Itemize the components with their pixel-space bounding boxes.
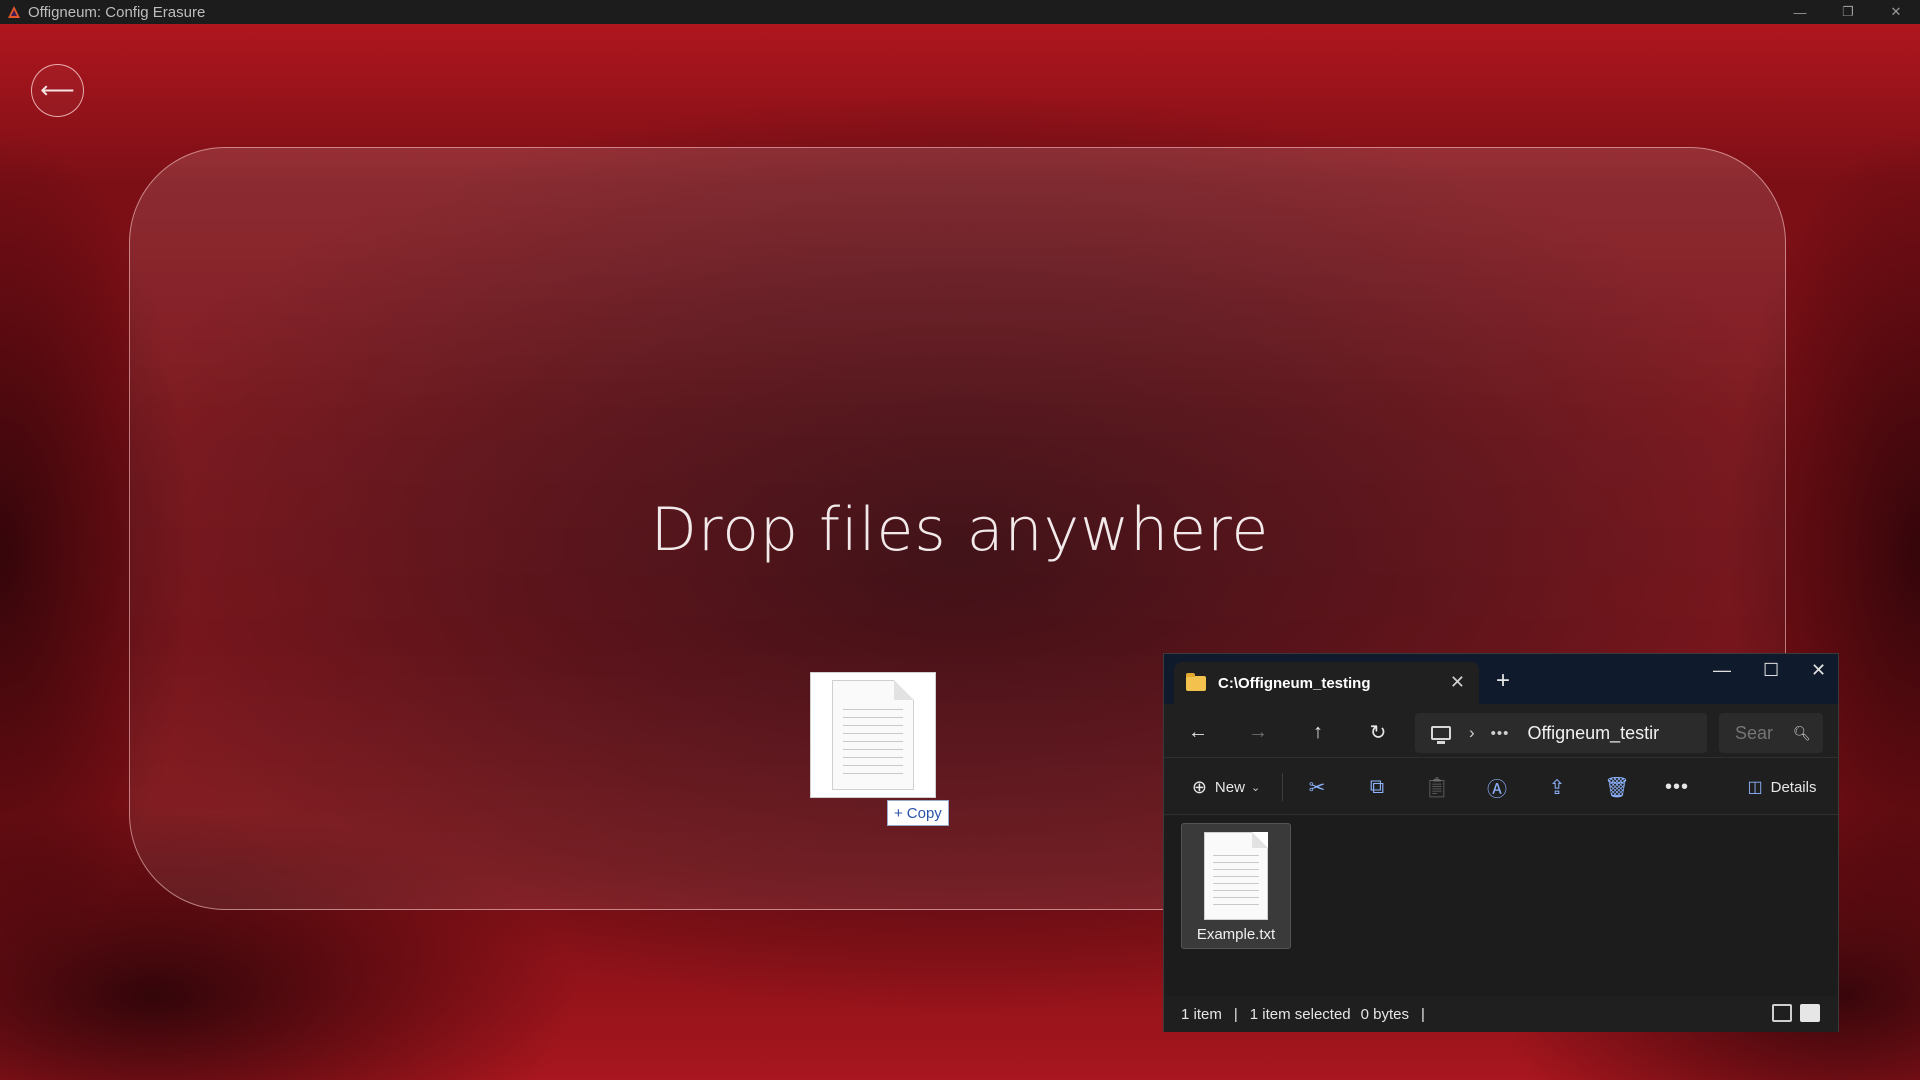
details-view-icon[interactable] (1772, 1004, 1792, 1022)
selection-status: 1 item selected (1249, 1005, 1351, 1023)
share-button[interactable]: ⇪ (1537, 759, 1577, 815)
search-input[interactable] (1735, 722, 1785, 744)
paste-button[interactable]: 📋︎ (1417, 759, 1457, 815)
details-pane-button[interactable]: ◫ Details (1732, 759, 1832, 815)
rename-button[interactable]: Ⓐ (1477, 759, 1517, 815)
rename-icon: Ⓐ (1487, 778, 1507, 801)
drop-prompt: Drop files anywhere (650, 495, 1270, 565)
text-document-icon (1204, 832, 1268, 920)
copy-badge-label: Copy (906, 804, 942, 822)
share-icon: ⇪ (1548, 776, 1566, 799)
large-icons-view-icon[interactable] (1800, 1004, 1820, 1022)
selection-size: 0 bytes (1360, 1005, 1410, 1023)
nav-forward-icon[interactable]: → (1244, 718, 1272, 746)
more-options-button[interactable]: ••• (1657, 759, 1697, 815)
restore-icon[interactable]: ❐ (1824, 0, 1872, 24)
view-toggle (1772, 1004, 1820, 1022)
window-controls: — ❐ ✕ (1776, 0, 1920, 24)
more-icon: ••• (1664, 775, 1689, 798)
details-label: Details (1770, 778, 1817, 796)
nav-back-icon[interactable]: ← (1184, 718, 1212, 746)
text-document-icon (832, 680, 914, 790)
window-title: Offigneum: Config Erasure (28, 3, 206, 21)
explorer-nav-bar: ← → ↑ ↻ › ••• Offigneum_testir 🔍︎ (1164, 704, 1838, 758)
tab-title: C:\Offigneum_testing (1218, 674, 1371, 692)
clipboard-icon: 📋︎ (1424, 776, 1450, 799)
new-button[interactable]: ⊕ New ⌄ (1184, 759, 1268, 815)
explorer-tab-bar: C:\Offigneum_testing ✕ + — ☐ ✕ (1164, 654, 1838, 704)
item-count: 1 item (1181, 1005, 1222, 1023)
separator (1282, 773, 1283, 801)
more-path-icon[interactable]: ••• (1491, 725, 1510, 742)
file-list: Example.txt (1164, 816, 1838, 996)
explorer-command-bar: ⊕ New ⌄ ✂ ⧉ 📋︎ Ⓐ ⇪ 🗑︎ ••• ◫ Details (1164, 759, 1838, 815)
explorer-close-icon[interactable]: ✕ (1811, 660, 1826, 681)
chevron-right-icon[interactable]: › (1469, 723, 1475, 743)
trash-icon: 🗑︎ (1604, 776, 1630, 799)
status-divider: | (1233, 1005, 1238, 1023)
copy-icon: ⧉ (1369, 775, 1385, 798)
status-bar: 1 item | 1 item selected 0 bytes | (1164, 996, 1838, 1032)
folder-icon (1186, 672, 1206, 691)
back-arrow-icon: ⟵ (40, 77, 75, 104)
this-pc-icon (1431, 726, 1451, 744)
address-bar[interactable]: › ••• Offigneum_testir (1415, 713, 1707, 753)
drag-preview (810, 672, 936, 798)
file-explorer-window: C:\Offigneum_testing ✕ + — ☐ ✕ ← → ↑ ↻ ›… (1163, 653, 1839, 1032)
details-pane-icon: ◫ (1747, 779, 1763, 796)
app-logo-icon (6, 4, 22, 20)
refresh-icon[interactable]: ↻ (1364, 718, 1392, 746)
explorer-minimize-icon[interactable]: — (1713, 660, 1731, 681)
search-icon: 🔍︎ (1793, 724, 1811, 741)
breadcrumb-folder[interactable]: Offigneum_testir (1527, 723, 1659, 744)
cut-button[interactable]: ✂ (1297, 759, 1337, 815)
file-name: Example.txt (1196, 926, 1276, 943)
chevron-down-icon: ⌄ (1250, 781, 1261, 794)
copy-button[interactable]: ⧉ (1357, 759, 1397, 815)
nav-up-icon[interactable]: ↑ (1304, 718, 1332, 746)
plus-icon: + (894, 804, 903, 822)
add-circle-icon: ⊕ (1191, 776, 1207, 797)
drag-copy-badge: + Copy (887, 800, 949, 826)
file-item[interactable]: Example.txt (1181, 823, 1291, 949)
search-box[interactable]: 🔍︎ (1719, 713, 1823, 753)
app-title-bar: Offigneum: Config Erasure — ❐ ✕ (0, 0, 1920, 24)
new-button-label: New (1214, 778, 1245, 796)
scissors-icon: ✂ (1308, 776, 1326, 799)
status-divider: | (1421, 1005, 1425, 1023)
tab-close-icon[interactable]: ✕ (1450, 672, 1465, 693)
back-button[interactable]: ⟵ (31, 64, 84, 117)
delete-button[interactable]: 🗑︎ (1597, 759, 1637, 815)
explorer-tab[interactable]: C:\Offigneum_testing ✕ (1174, 662, 1479, 704)
close-icon[interactable]: ✕ (1872, 0, 1920, 24)
minimize-icon[interactable]: — (1776, 0, 1824, 24)
explorer-maximize-icon[interactable]: ☐ (1763, 660, 1779, 681)
new-tab-icon[interactable]: + (1496, 669, 1510, 693)
